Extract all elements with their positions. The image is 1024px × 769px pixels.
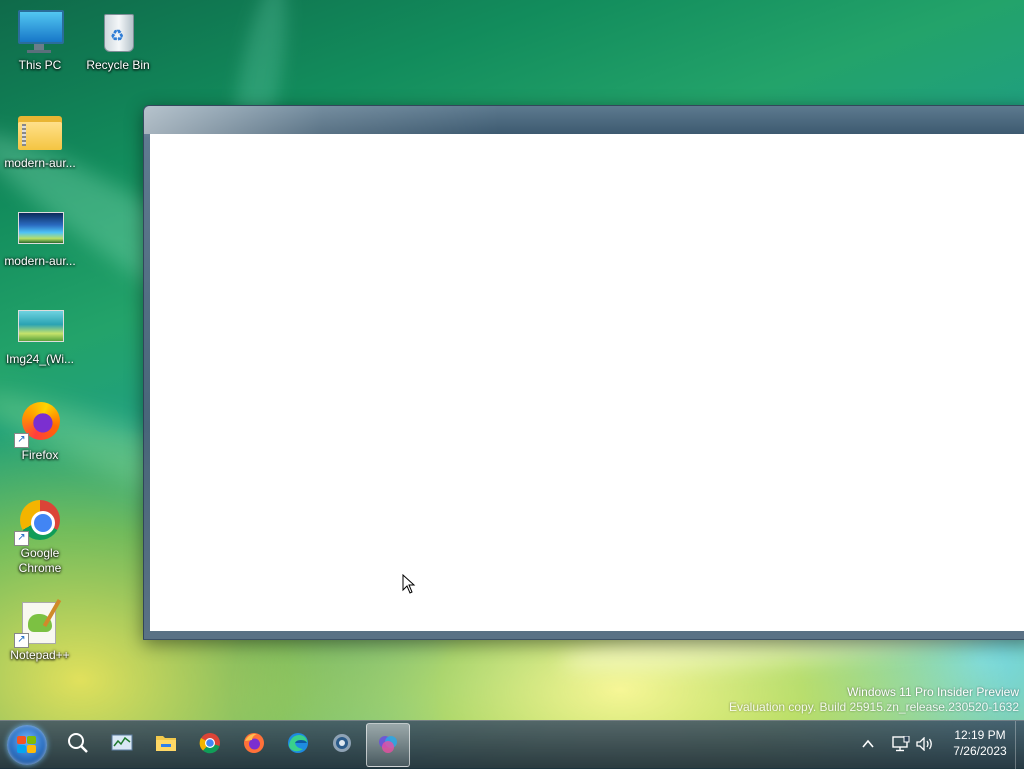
taskbar-file-explorer[interactable]	[145, 723, 187, 765]
window-client-area[interactable]	[150, 134, 1024, 631]
network-icon	[892, 736, 910, 752]
desktop-icon-label: Img24_(Wi...	[5, 352, 74, 366]
image-file-icon	[16, 302, 64, 350]
computer-icon	[16, 8, 64, 56]
clock-time: 12:19 PM	[954, 728, 1006, 742]
clock-date: 7/26/2023	[953, 744, 1007, 758]
volume-icon	[916, 737, 932, 751]
show-desktop-button[interactable]	[1015, 721, 1024, 769]
os-watermark: Windows 11 Pro Insider Preview Evaluatio…	[729, 685, 1019, 715]
shortcut-arrow-icon: ↗	[14, 531, 29, 546]
desktop-icon-this-pc[interactable]: This PC	[0, 8, 80, 73]
desktop-icon-label: Recycle Bin	[86, 58, 150, 72]
tray-network-button[interactable]	[890, 721, 912, 769]
desktop-icon-modern-aurora-image[interactable]: modern-aur...	[0, 204, 80, 269]
tray-volume-button[interactable]	[914, 721, 936, 769]
taskbar-clock[interactable]: 12:19 PM 7/26/2023	[940, 727, 1020, 759]
start-button[interactable]	[7, 725, 47, 765]
shortcut-arrow-icon: ↗	[14, 433, 29, 448]
watermark-edition: Windows 11 Pro Insider Preview	[847, 685, 1019, 699]
chrome-icon	[199, 733, 220, 754]
app-window[interactable]	[143, 105, 1024, 640]
desktop-icon-label: modern-aur...	[4, 156, 76, 170]
recycle-bin-icon: ♻	[94, 8, 142, 56]
taskbar: 12:19 PM 7/26/2023	[0, 720, 1024, 769]
zip-folder-icon	[16, 106, 64, 154]
desktop-icon-label: Firefox	[21, 448, 59, 462]
desktop-icon-label: Notepad++	[10, 648, 70, 662]
taskbar-settings[interactable]	[321, 723, 363, 765]
desktop-icon-notepad-plus-plus[interactable]: ↗ Notepad++	[0, 598, 80, 663]
taskbar-chrome[interactable]	[189, 723, 231, 765]
window-titlebar[interactable]	[144, 106, 1024, 134]
desktop-icon-firefox[interactable]: ↗ Firefox	[0, 398, 80, 463]
gear-icon	[333, 734, 351, 752]
folder-icon	[156, 736, 176, 751]
taskbar-active-app[interactable]	[366, 723, 410, 767]
windows-logo-icon	[17, 736, 37, 754]
app-icon	[379, 736, 397, 753]
mouse-cursor-icon	[402, 574, 416, 594]
desktop-icon-google-chrome[interactable]: ↗ Google Chrome	[0, 496, 80, 576]
taskbar-task-manager[interactable]	[101, 723, 143, 765]
desktop-icon-label: Google Chrome	[18, 546, 62, 575]
search-icon	[68, 733, 88, 753]
firefox-icon: ↗	[14, 398, 64, 448]
watermark-build: Evaluation copy. Build 25915.zn_release.…	[729, 700, 1019, 714]
task-manager-icon	[111, 734, 133, 751]
notepad-plus-plus-icon: ↗	[14, 598, 64, 648]
desktop-icon-label: This PC	[18, 58, 62, 72]
tray-overflow-button[interactable]	[858, 721, 878, 769]
chrome-icon: ↗	[14, 496, 64, 546]
edge-icon	[288, 733, 308, 753]
taskbar-edge[interactable]	[277, 723, 319, 765]
desktop-icon-img24[interactable]: Img24_(Wi...	[0, 302, 80, 367]
firefox-icon	[244, 733, 264, 753]
taskbar-search-button[interactable]	[57, 723, 99, 765]
chevron-up-icon	[862, 739, 874, 748]
desktop-icon-modern-aurora-zip[interactable]: modern-aur...	[0, 106, 80, 171]
taskbar-firefox[interactable]	[233, 723, 275, 765]
desktop-icon-recycle-bin[interactable]: ♻ Recycle Bin	[78, 8, 158, 73]
desktop-icon-label: modern-aur...	[4, 254, 76, 268]
image-file-icon	[16, 204, 64, 252]
shortcut-arrow-icon: ↗	[14, 633, 29, 648]
